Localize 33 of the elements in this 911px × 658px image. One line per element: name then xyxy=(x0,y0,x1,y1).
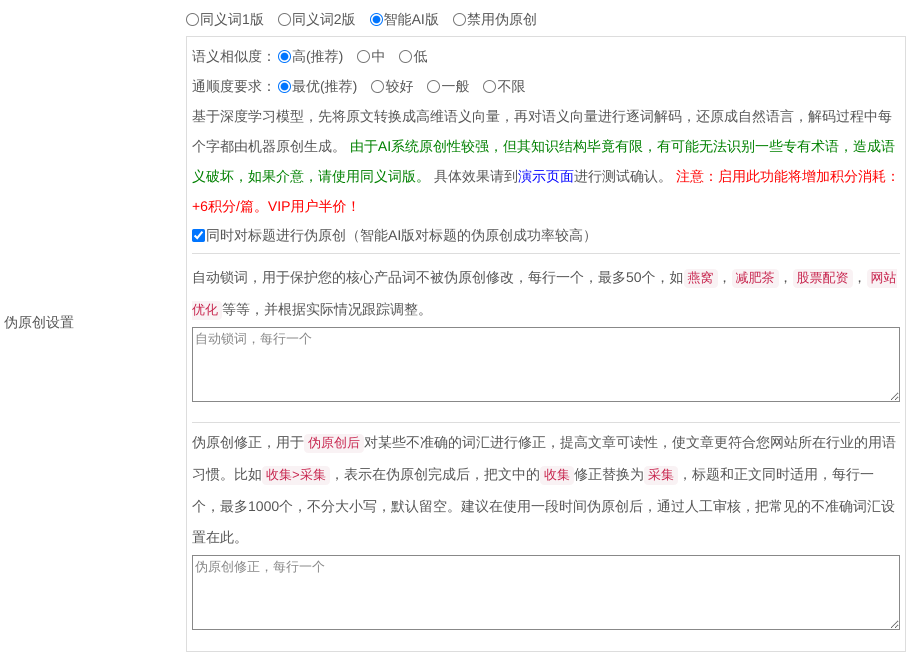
radio-label[interactable]: 禁用伪原创 xyxy=(466,8,537,30)
checkbox-label[interactable]: 同时对标题进行伪原创（智能AI版对标题的伪原创成功率较高） xyxy=(206,224,598,246)
radio-button[interactable] xyxy=(278,12,291,26)
correction-field[interactable]: 伪原创修正，每行一个 xyxy=(192,555,900,630)
radio-label[interactable]: 中 xyxy=(371,46,386,66)
radio-button[interactable] xyxy=(483,80,496,92)
correction-description: 伪原创修正，用于 伪原创后 对某些不准确的词汇进行修正，提高文章可读性，使文章更符合您网站所在行业的用语习惯。比如 收集>采集 ，表示在伪原创完成后，把文中的 收集 修正替换为 采集 ，标题和正文同时适用，每行一个，最多1000个，不分大小写，默认留空。建议在使用一段时间伪原创后，通过人工审核，把常见的不准确词汇设置在此。 xyxy=(192,433,897,547)
section-label: 伪原创设置 xyxy=(3,312,74,332)
checkbox[interactable] xyxy=(192,228,205,242)
radio-button[interactable] xyxy=(357,50,370,62)
radio-button[interactable] xyxy=(278,80,291,92)
lock-words-description: 自动锁词，用于保护您的核心产品词不被伪原创修改，每行一个，最多50个，如 燕窝 ， 减肥茶 ， 股票配资 ， 网站优化 等等，并根据实际情况跟踪调整。 xyxy=(192,268,898,322)
radio-button[interactable] xyxy=(427,80,440,92)
radio-label[interactable]: 一般 xyxy=(441,76,470,96)
radio-button[interactable] xyxy=(370,12,383,26)
option-label: 通顺度要求： xyxy=(192,76,276,96)
radio-label[interactable]: 最优(推荐) xyxy=(292,76,358,96)
radio-label[interactable]: 不限 xyxy=(497,76,526,96)
radio-button[interactable] xyxy=(371,80,384,92)
radio-label[interactable]: 同义词1版 xyxy=(200,8,264,30)
radio-button[interactable] xyxy=(452,12,466,26)
option-label: 语义相似度： xyxy=(192,46,276,66)
ai-description: 基于深度学习模型，先将原文转换成高维语义向量，再对语义向量进行逐词解码，还原成自然语言，解码过程中每个字都由机器原创生成。 由于AI系统原创性较强，但其知识结构毕竟有限，有可能无法识别一些专有术语，造成语义破坏，如果介意，请使用同义词版。 具体效果请到演示页面进行测试确认。 注意：启用此功能将增加积分消耗：+6积分/篇。VIP用户半价！ xyxy=(192,107,900,216)
radio-label[interactable]: 高(推荐) xyxy=(292,46,344,66)
radio-label[interactable]: 智能AI版 xyxy=(384,8,439,30)
demo-page-link[interactable]: 演示页面 xyxy=(518,168,574,184)
lock-words-field[interactable]: 自动锁词，每行一个 xyxy=(192,327,900,402)
radio-label[interactable]: 较好 xyxy=(385,76,414,96)
radio-label[interactable]: 同义词2版 xyxy=(292,8,356,30)
radio-button[interactable] xyxy=(399,50,412,62)
radio-button[interactable] xyxy=(186,12,199,26)
radio-label[interactable]: 低 xyxy=(413,46,428,66)
radio-button[interactable] xyxy=(278,50,291,62)
